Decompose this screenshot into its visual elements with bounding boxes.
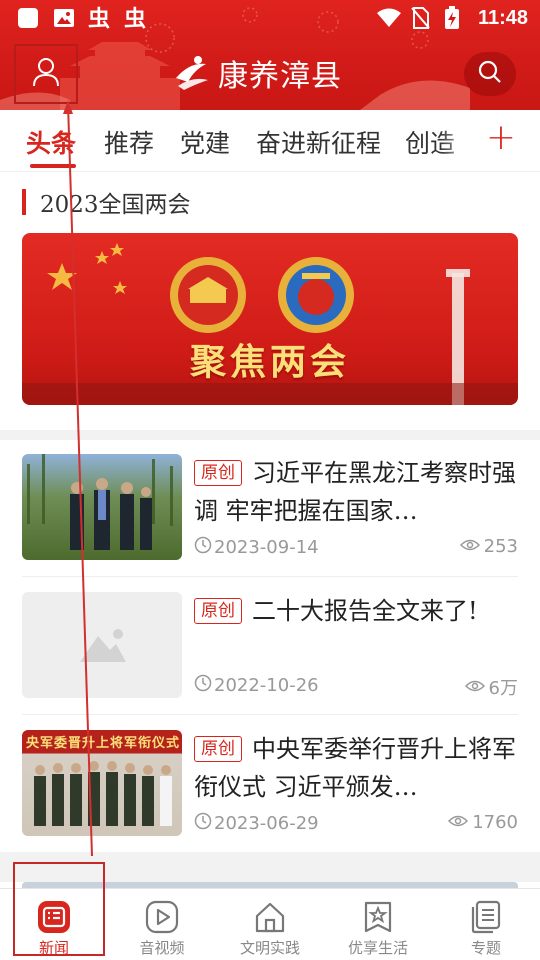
news-item[interactable]: 原创 习近平在黑龙江考察时强调 牢牢把握在国家… 2023-09-14 253 (22, 454, 518, 574)
nav-audio-video[interactable]: 音视频 (108, 895, 216, 957)
user-icon (32, 57, 60, 91)
home-icon (252, 899, 288, 935)
news-divider (22, 714, 518, 715)
original-tag: 原创 (194, 598, 242, 624)
nav-special-topics[interactable]: 专题 (432, 895, 540, 957)
clock-icon (194, 536, 212, 559)
news-meta: 2023-09-14 253 (194, 536, 518, 560)
play-icon (144, 899, 180, 935)
app-title: 康养漳县 (218, 59, 342, 94)
section-title: 2023全国两会 (40, 192, 191, 218)
nav-label: 文明实践 (239, 939, 300, 957)
original-tag: 原创 (194, 736, 242, 762)
app-logo: 康养漳县 (170, 50, 342, 96)
news-divider (22, 576, 518, 577)
tab-headlines[interactable]: 头条 (26, 124, 76, 160)
search-button[interactable] (464, 52, 516, 96)
no-sim-icon (410, 6, 434, 30)
nav-civilization-practice[interactable]: 文明实践 (216, 895, 324, 957)
news-body: 原创 二十大报告全文来了! (194, 592, 518, 630)
nav-label: 音视频 (139, 939, 185, 957)
news-title: 原创 二十大报告全文来了! (194, 592, 518, 630)
news-item[interactable]: 原创 二十大报告全文来了! 2022-10-26 6万 (22, 592, 518, 712)
clock-icon (194, 674, 212, 697)
tabs-fade (440, 110, 480, 170)
status-bar: 虫 虫 11:48 (0, 0, 540, 38)
user-profile-button[interactable] (14, 44, 78, 104)
nav-highlight-box (13, 862, 105, 956)
news-title: 原创 中央军委举行晋升上将军衔仪式 习近平颁发… (194, 735, 516, 801)
news-views: 1760 (472, 812, 518, 833)
news-item[interactable]: 央军委晋升上将军衔仪式 原创 中央军委举行晋升上将军衔仪式 习近平颁发… 2023… (22, 730, 518, 850)
gallery-icon (52, 6, 76, 30)
app-header: 虫 虫 11:48 康养漳县 (0, 0, 540, 110)
docs-icon (468, 899, 504, 935)
news-thumbnail: 央军委晋升上将军衔仪式 (22, 730, 182, 836)
tab-new-journey[interactable]: 奋进新征程 (256, 124, 381, 160)
news-date: 2022-10-26 (214, 675, 319, 696)
battery-charging-icon (444, 6, 468, 30)
tab-party-building[interactable]: 党建 (180, 124, 230, 160)
logo-mark-icon (170, 50, 212, 96)
news-thumbnail (22, 592, 182, 698)
wifi-icon (376, 6, 401, 30)
banner-headline: 聚焦两会 (189, 341, 350, 383)
bug-icon: 虫 (88, 6, 112, 32)
star-bookmark-icon (360, 899, 396, 935)
news-views: 253 (483, 536, 518, 557)
image-placeholder-icon (80, 629, 126, 662)
news-meta: 2022-10-26 6万 (194, 674, 518, 699)
section-gap (0, 430, 540, 440)
svg-text:虫: 虫 (88, 6, 110, 30)
nav-label: 优享生活 (347, 939, 408, 957)
status-time: 11:48 (477, 6, 528, 29)
svg-text:虫: 虫 (124, 6, 146, 30)
search-icon (477, 59, 503, 89)
eye-icon (464, 677, 485, 698)
clock-icon (194, 812, 212, 835)
app-notification-icon (16, 6, 40, 30)
news-date: 2023-06-29 (214, 813, 319, 834)
news-body: 原创 习近平在黑龙江考察时强调 牢牢把握在国家… (194, 454, 518, 530)
news-body: 原创 中央军委举行晋升上将军衔仪式 习近平颁发… (194, 730, 518, 806)
feature-banner[interactable]: 聚焦两会 (22, 233, 518, 405)
tab-recommend[interactable]: 推荐 (104, 124, 154, 160)
original-tag: 原创 (194, 460, 242, 486)
nav-enjoy-life[interactable]: 优享生活 (324, 895, 432, 957)
nav-label: 专题 (470, 939, 501, 957)
section-accent-bar (22, 189, 26, 215)
news-date: 2023-09-14 (214, 537, 319, 558)
section-header: 2023全国两会 (22, 188, 191, 218)
add-channel-button[interactable]: + (486, 118, 516, 158)
news-title: 原创 习近平在黑龙江考察时强调 牢牢把握在国家… (194, 459, 516, 525)
eye-icon (448, 812, 469, 833)
news-meta: 2023-06-29 1760 (194, 812, 518, 836)
active-tab-indicator (30, 164, 76, 168)
news-thumbnail (22, 454, 182, 560)
news-views: 6万 (488, 678, 518, 699)
eye-icon (459, 536, 480, 557)
bug-icon: 虫 (124, 6, 148, 32)
